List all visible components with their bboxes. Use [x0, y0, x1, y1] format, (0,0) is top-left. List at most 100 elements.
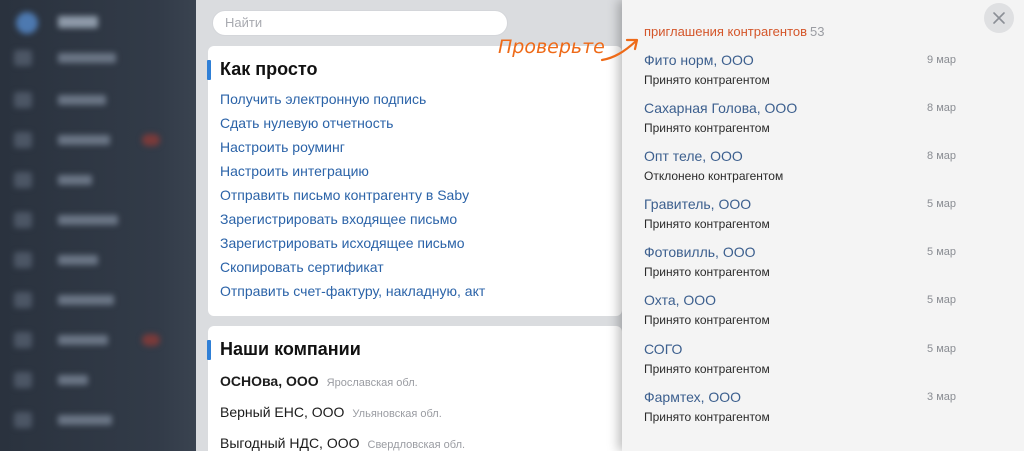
invitation-item[interactable]: Опт теле, ООО Отклонено контрагентом 8 м… [644, 148, 956, 188]
company-name: ОСНОва, ООО [220, 373, 319, 389]
invitation-item[interactable]: Гравитель, ООО Принято контрагентом 5 ма… [644, 196, 956, 236]
close-button[interactable] [984, 3, 1014, 33]
invitation-name: Сахарная Голова, ООО [644, 100, 798, 116]
sidebar-item-label [58, 95, 106, 105]
invitation-item[interactable]: Фито норм, ООО Принято контрагентом 9 ма… [644, 52, 956, 92]
invitation-status: Принято контрагентом [644, 217, 770, 231]
invitations-panel: приглашения контрагентов 53 Фито норм, ОО… [622, 0, 1024, 451]
sidebar-item-label [58, 415, 112, 425]
panel-title[interactable]: приглашения контрагентов [644, 24, 807, 39]
sidebar-item [14, 332, 184, 348]
link-setup-roaming[interactable]: Настроить роуминг [220, 139, 485, 163]
how-easy-title: Как просто [206, 59, 318, 80]
sidebar-item [14, 252, 184, 268]
app-logo-text [58, 16, 98, 28]
search-input[interactable]: Найти [212, 10, 508, 36]
invitation-name: СОГО [644, 341, 683, 357]
invitation-item[interactable]: Сахарная Голова, ООО Принято контрагенто… [644, 100, 956, 140]
how-easy-links: Получить электронную подпись Сдать нулев… [220, 91, 485, 307]
invitation-date: 8 мар [927, 150, 956, 162]
sidebar-item-label [58, 335, 108, 345]
company-region: Ярославская обл. [326, 377, 418, 389]
link-send-letter[interactable]: Отправить письмо контрагенту в Saby [220, 187, 485, 211]
sidebar-item-icon [14, 132, 32, 148]
link-send-invoice[interactable]: Отправить счет-фактуру, накладную, акт [220, 283, 485, 307]
invitation-status: Принято контрагентом [644, 121, 770, 135]
arrow-icon [600, 38, 639, 62]
sidebar-item-badge [142, 334, 160, 346]
sidebar-item [14, 50, 184, 66]
sidebar-item [14, 132, 184, 148]
more-dots-icon[interactable] [648, 442, 676, 451]
company-region: Свердловская обл. [367, 439, 466, 451]
sidebar-item-icon [14, 372, 32, 388]
invitation-status: Принято контрагентом [644, 265, 770, 279]
company-row[interactable]: ОСНОва, ООО Ярославская обл. [220, 373, 418, 391]
invitation-date: 5 мар [927, 294, 956, 306]
how-easy-card: Как просто Получить электронную подпись … [206, 46, 622, 316]
invitation-item[interactable]: Фотовилль, ООО Принято контрагентом 5 ма… [644, 244, 956, 284]
company-name: Верный ЕНС, ООО [220, 404, 345, 420]
invitation-status: Принято контрагентом [644, 362, 770, 376]
invitation-date: 5 мар [927, 343, 956, 355]
invitation-status: Принято контрагентом [644, 73, 770, 87]
our-companies-card: Наши компании ОСНОва, ООО Ярославская обл… [207, 326, 622, 451]
sidebar-item-badge [142, 134, 160, 146]
sidebar-item [14, 412, 184, 428]
sidebar-item [14, 372, 184, 388]
sidebar-item-label [58, 255, 98, 265]
sidebar-item-label [58, 375, 88, 385]
sidebar-item [14, 172, 184, 188]
invitation-item[interactable]: Охта, ООО Принято контрагентом 5 мар [644, 292, 956, 332]
sidebar-item-icon [14, 252, 32, 268]
sidebar-item-icon [14, 172, 32, 188]
link-zero-report[interactable]: Сдать нулевую отчетность [220, 115, 485, 139]
invitation-date: 9 мар [927, 54, 956, 66]
close-icon [993, 12, 1005, 24]
link-register-incoming[interactable]: Зарегистрировать входящее письмо [220, 211, 485, 235]
sidebar-item-label [58, 135, 110, 145]
app-logo-icon [16, 12, 38, 34]
sidebar-item-label [58, 215, 118, 225]
panel-header: приглашения контрагентов 53 [644, 24, 825, 39]
invitation-item[interactable]: Фармтех, ООО Принято контрагентом 3 мар [644, 389, 956, 429]
link-get-signature[interactable]: Получить электронную подпись [220, 91, 485, 115]
sidebar-item-label [58, 175, 92, 185]
sidebar-item-icon [14, 92, 32, 108]
sidebar-item-icon [14, 292, 32, 308]
invitation-name: Фотовилль, ООО [644, 244, 756, 260]
sidebar-item [14, 292, 184, 308]
company-region: Ульяновская обл. [352, 408, 442, 420]
company-row[interactable]: Выгодный НДС, ООО Свердловская обл. [220, 435, 465, 451]
invitation-name: Гравитель, ООО [644, 196, 752, 212]
invitation-name: Фармтех, ООО [644, 389, 742, 405]
sidebar-item-icon [14, 332, 32, 348]
invitation-item[interactable]: СОГО Принято контрагентом 5 мар [644, 341, 956, 381]
invitation-status: Принято контрагентом [644, 410, 770, 424]
invitation-name: Фито норм, ООО [644, 52, 754, 68]
sidebar-item-icon [14, 212, 32, 228]
invitation-date: 5 мар [927, 198, 956, 210]
invitation-status: Принято контрагентом [644, 313, 770, 327]
company-name: Выгодный НДС, ООО [220, 435, 360, 451]
link-register-outgoing[interactable]: Зарегистрировать исходящее письмо [220, 235, 485, 259]
invitation-name: Охта, ООО [644, 292, 717, 308]
search-placeholder: Найти [225, 15, 263, 30]
link-setup-integration[interactable]: Настроить интеграцию [220, 163, 485, 187]
our-companies-title: Наши компании [207, 339, 361, 360]
invitation-name: Опт теле, ООО [644, 148, 743, 164]
main-content: Найти Как просто Получить электронную по… [196, 0, 624, 451]
annotation-text: Проверьте [498, 36, 605, 58]
invitation-status: Отклонено контрагентом [644, 169, 784, 183]
link-copy-certificate[interactable]: Скопировать сертификат [220, 259, 485, 283]
company-row[interactable]: Верный ЕНС, ООО Ульяновская обл. [220, 404, 442, 422]
sidebar-item [14, 92, 184, 108]
sidebar-item-label [58, 53, 116, 63]
sidebar [0, 0, 196, 451]
sidebar-item-icon [14, 412, 32, 428]
invitation-date: 5 мар [927, 246, 956, 258]
sidebar-item [14, 212, 184, 228]
sidebar-item-icon [14, 50, 32, 66]
invitation-date: 3 мар [927, 391, 956, 403]
invitation-date: 8 мар [927, 102, 956, 114]
